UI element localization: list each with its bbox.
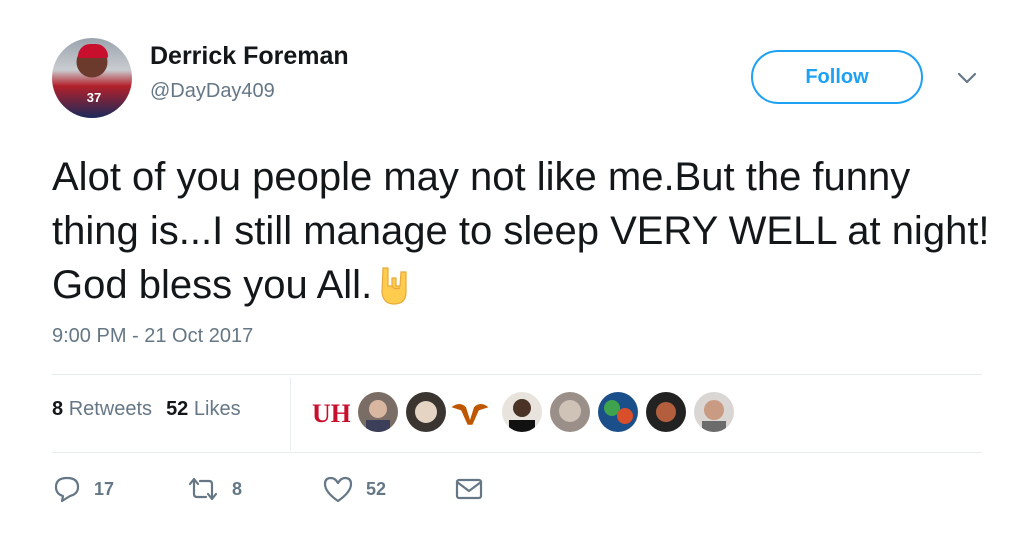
likes-stat[interactable]: 52 Likes (166, 398, 241, 420)
retweet-count: 8 (232, 478, 243, 499)
liker-avatar-5[interactable] (502, 392, 542, 432)
tweet-stats: 8 Retweets 52 Likes (52, 398, 241, 421)
direct-message-button[interactable] (454, 474, 484, 504)
retweet-icon (188, 477, 218, 501)
divider-bottom (52, 452, 982, 453)
reply-icon (54, 476, 80, 503)
liker-avatar-8[interactable] (646, 392, 686, 432)
reply-button[interactable]: 17 (52, 474, 114, 504)
retweets-label: Retweets (68, 398, 153, 420)
retweet-button[interactable]: 8 (186, 474, 242, 504)
liker-avatar-4[interactable] (450, 392, 490, 432)
author-name[interactable]: Derrick Foreman (150, 42, 349, 71)
follow-button[interactable]: Follow (751, 50, 923, 104)
tweet-text-content: Alot of you people may not like me.But t… (52, 155, 990, 307)
retweets-count: 8 (52, 398, 64, 420)
heart-icon (323, 476, 353, 503)
liker-avatar-6[interactable] (550, 392, 590, 432)
tweet-timestamp[interactable]: 9:00 PM - 21 Oct 2017 (52, 325, 253, 348)
divider-top (52, 374, 982, 375)
author-avatar[interactable]: 37 (52, 38, 132, 118)
liker-avatar-1[interactable]: UH (310, 392, 350, 432)
liker-avatar-3[interactable] (406, 392, 446, 432)
chevron-down-icon[interactable] (956, 70, 978, 86)
liker-avatar-9[interactable] (694, 392, 734, 432)
avatar-jersey-number: 37 (86, 90, 102, 105)
likes-label: Likes (193, 398, 241, 420)
liker-avatar-2[interactable] (358, 392, 398, 432)
svg-text:UH: UH (312, 399, 350, 428)
reply-count: 17 (94, 478, 115, 499)
liker-avatar-7[interactable] (598, 392, 638, 432)
like-count: 52 (366, 478, 387, 499)
sign-of-the-horns-emoji (381, 267, 407, 305)
stats-separator (290, 378, 291, 450)
author-handle[interactable]: @DayDay409 (150, 80, 275, 103)
envelope-icon (455, 478, 483, 500)
likes-count: 52 (166, 398, 189, 420)
avatar-cap (78, 44, 108, 58)
retweets-stat[interactable]: 8 Retweets (52, 398, 152, 420)
tweet-text: Alot of you people may not like me.But t… (52, 150, 992, 312)
like-button[interactable]: 52 (322, 474, 386, 504)
